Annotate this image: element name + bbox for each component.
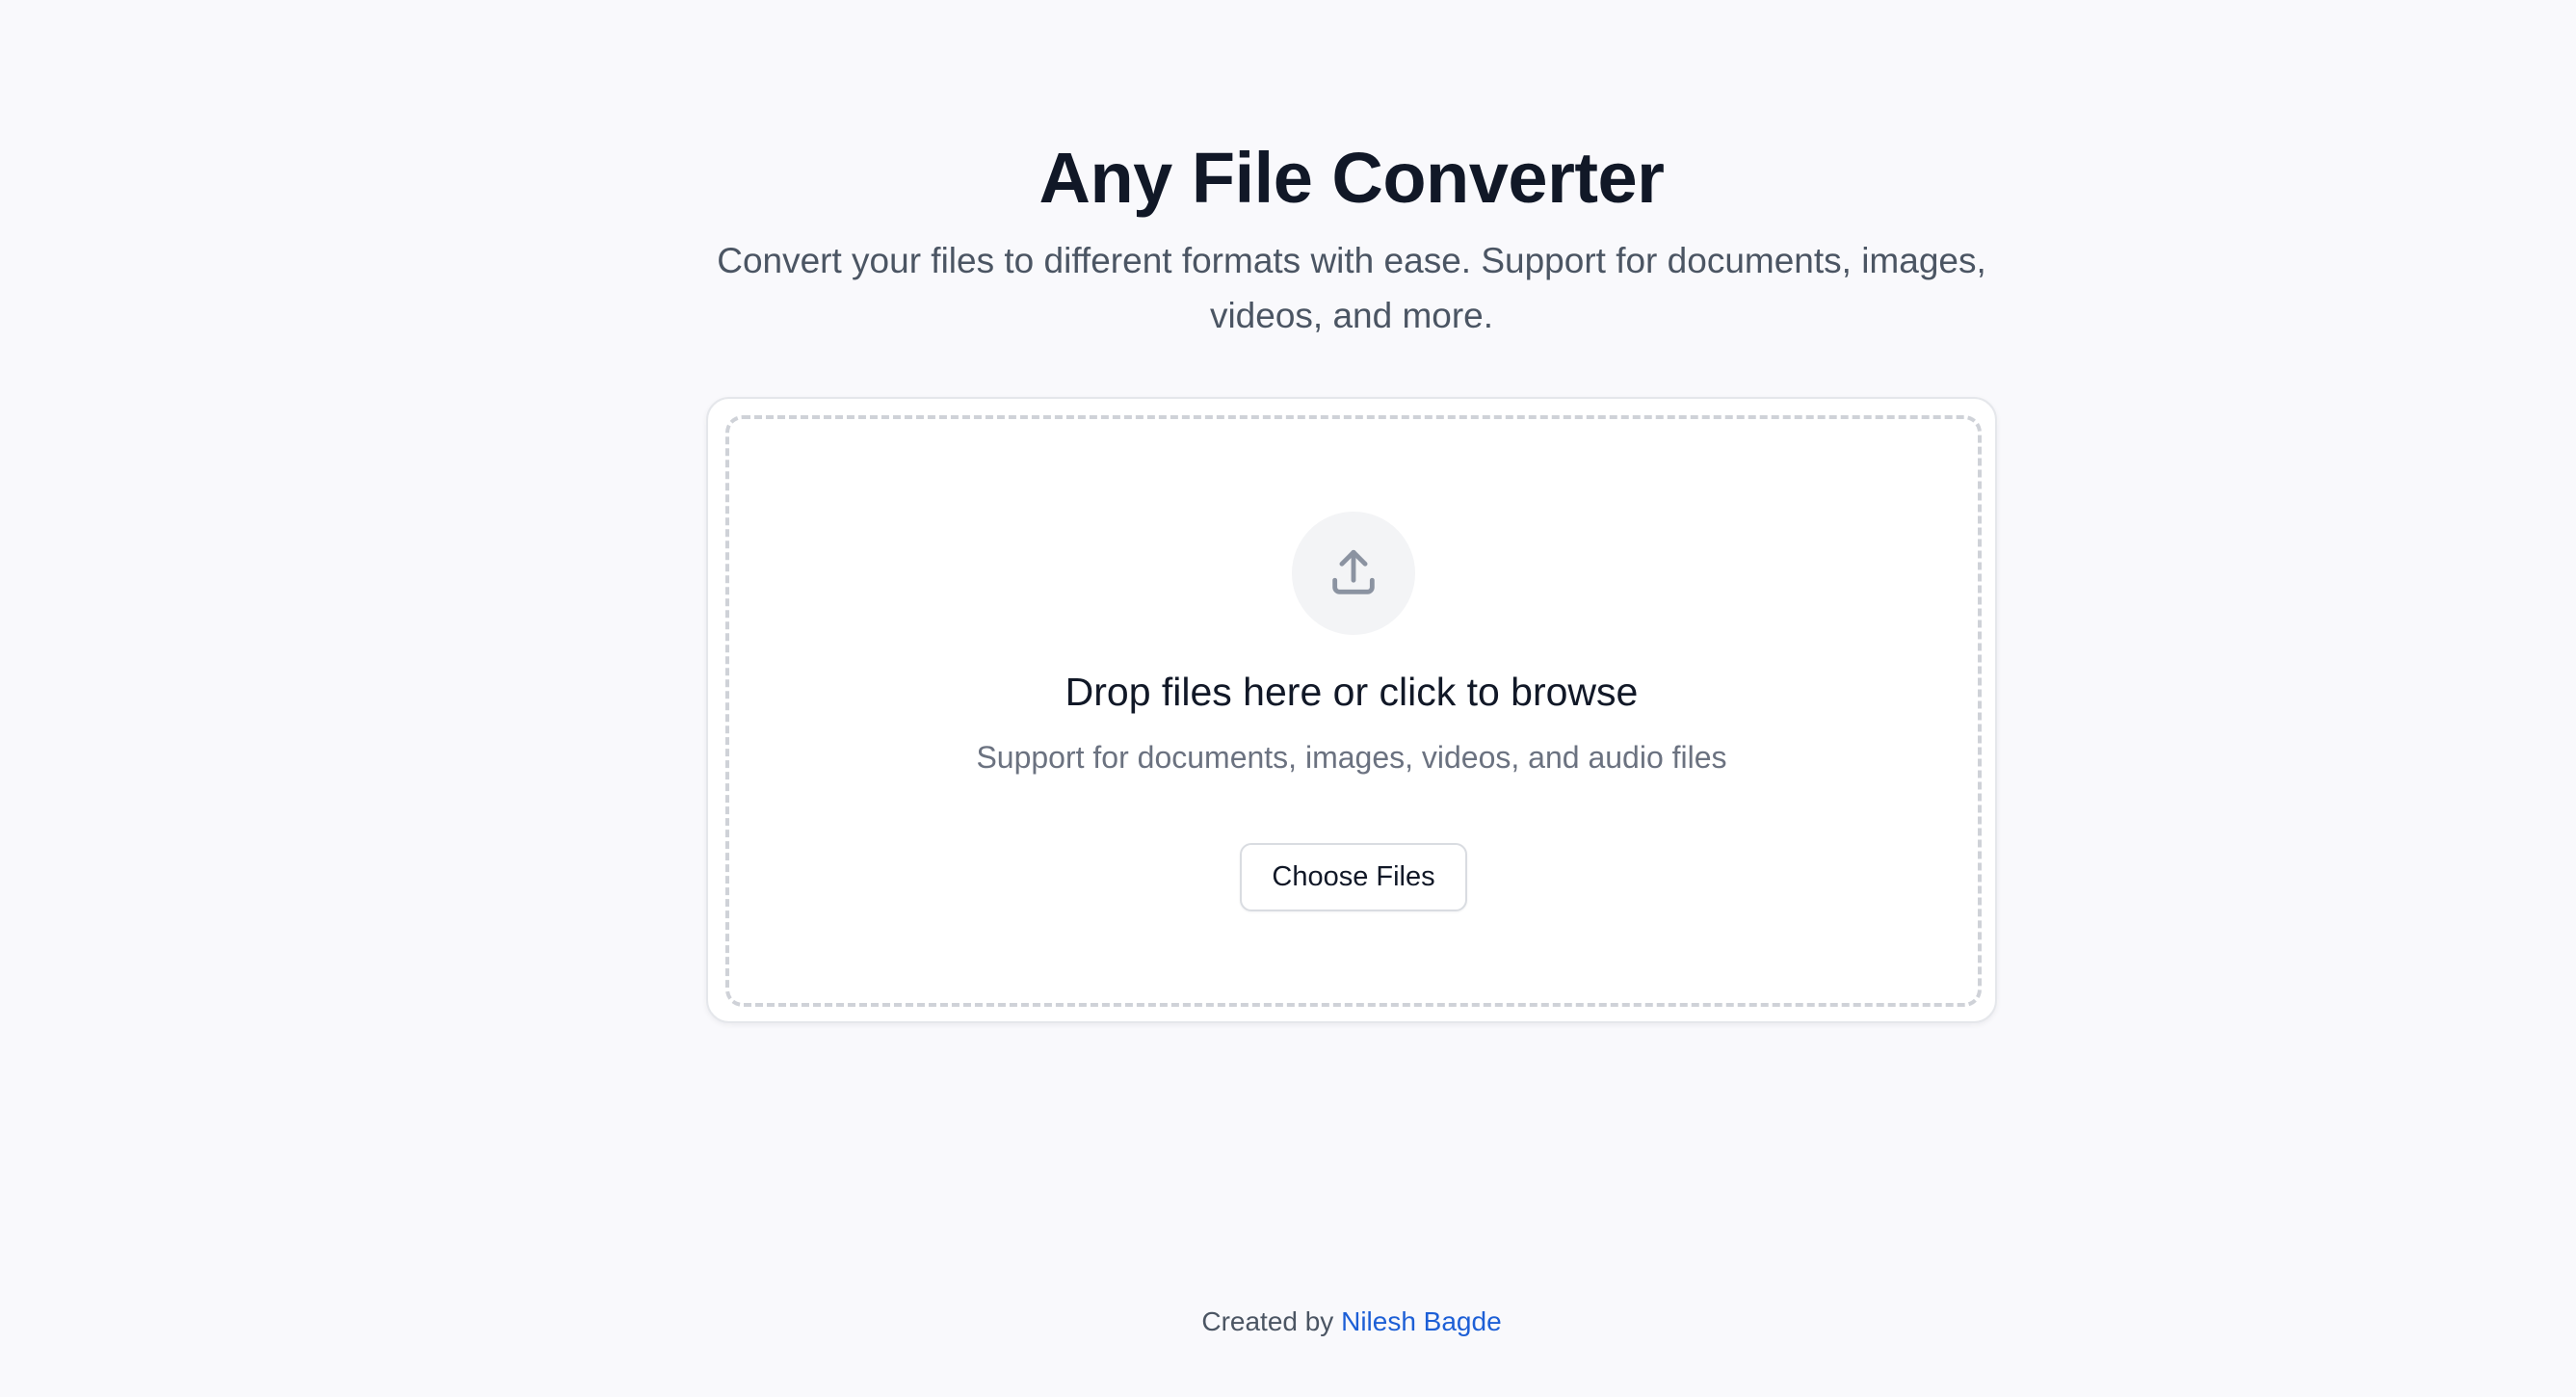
dropzone-title: Drop files here or click to browse — [1065, 670, 1639, 714]
upload-icon — [1332, 549, 1375, 594]
page-footer: Created by Nilesh Bagde — [0, 1303, 2576, 1341]
page-subtitle: Convert your files to different formats … — [717, 241, 1986, 335]
footer-prefix: Created by — [1201, 1306, 1334, 1336]
page-title: Any File Converter — [1038, 137, 1665, 218]
upload-icon-container — [1292, 512, 1415, 635]
choose-files-button[interactable]: Choose Files — [1240, 843, 1467, 911]
author-link[interactable]: Nilesh Bagde — [1341, 1306, 1502, 1336]
dropzone-description: Support for documents, images, videos, a… — [976, 740, 1727, 775]
